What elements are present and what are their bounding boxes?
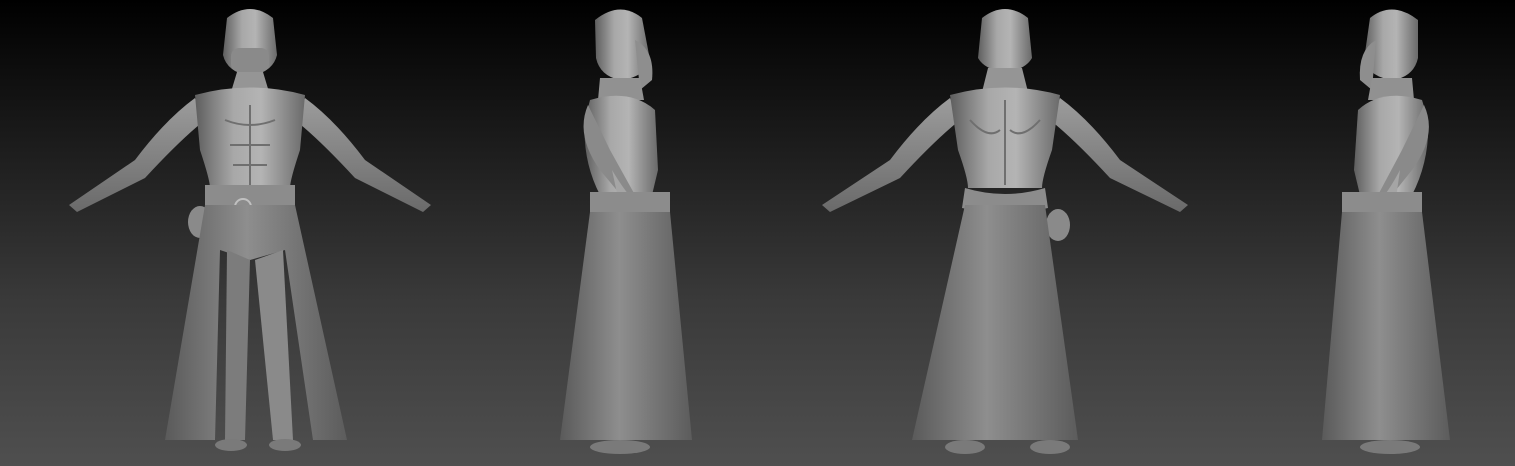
sculpt-viewport[interactable] bbox=[0, 0, 1515, 466]
front-view-figure bbox=[55, 0, 445, 466]
figure-side-icon bbox=[1322, 9, 1450, 454]
side-right-view-figure bbox=[540, 0, 720, 466]
figure-front-icon bbox=[69, 9, 431, 451]
figure-back-icon bbox=[822, 9, 1188, 454]
figure-side-icon bbox=[560, 9, 692, 454]
back-view-figure bbox=[810, 0, 1200, 466]
side-left-view-figure bbox=[1300, 0, 1480, 466]
